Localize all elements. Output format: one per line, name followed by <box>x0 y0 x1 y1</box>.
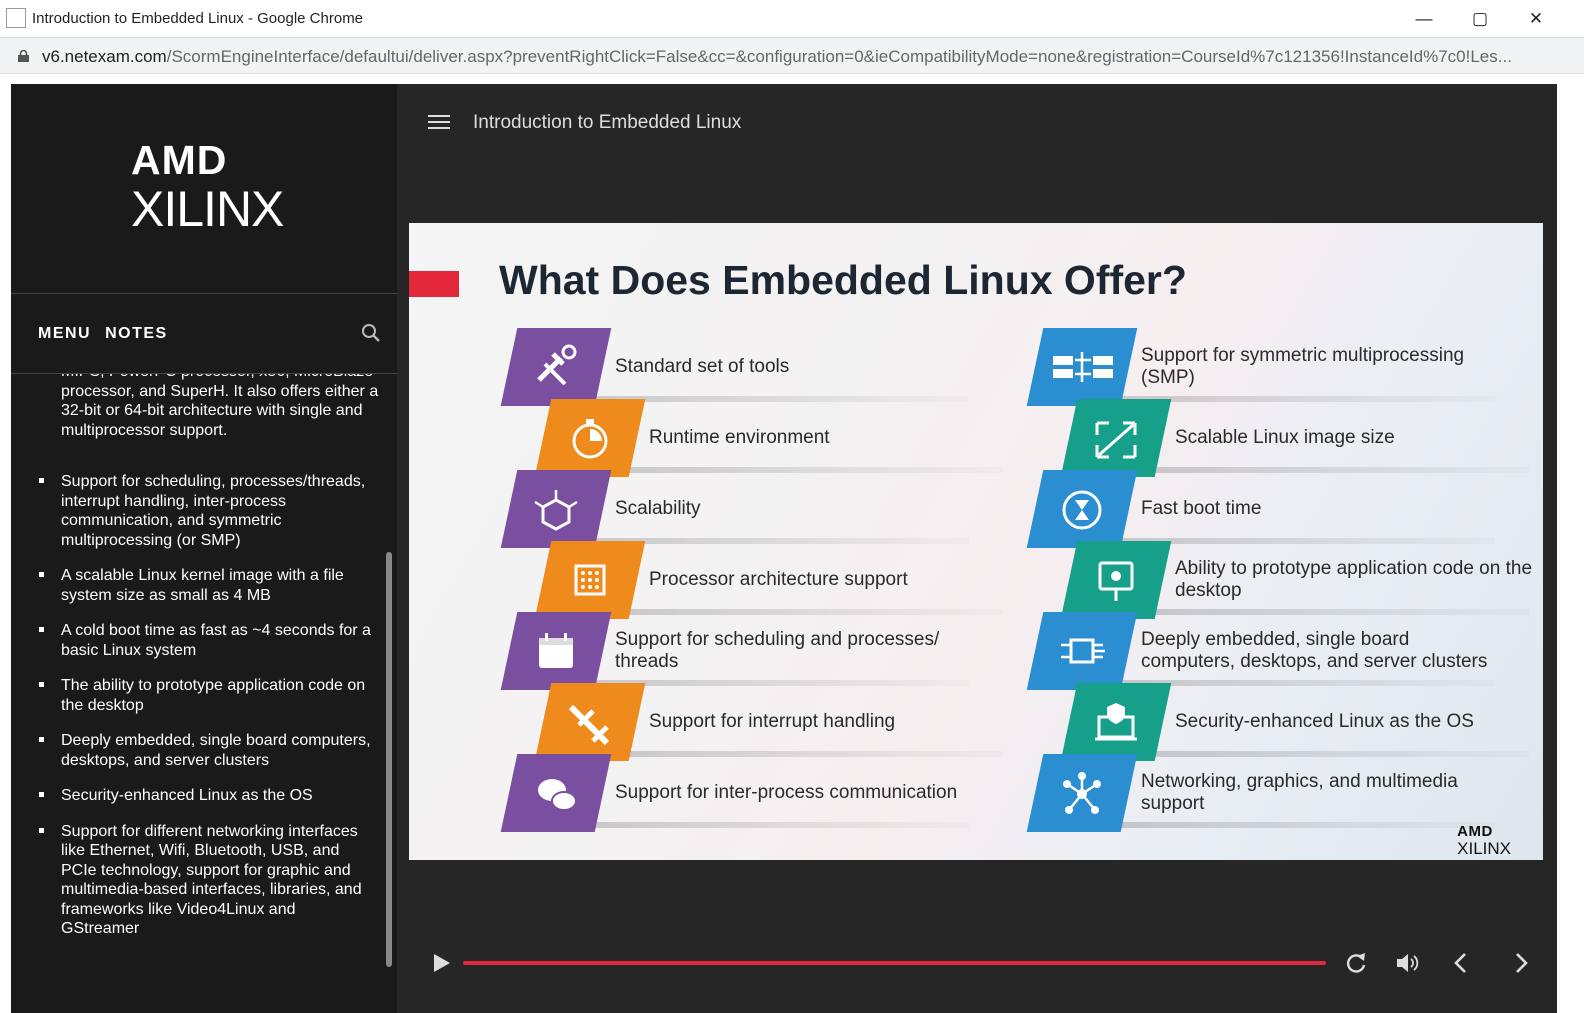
feature-tile <box>534 683 646 761</box>
smp-icon <box>1053 352 1113 382</box>
feature-tile <box>1026 754 1138 832</box>
feature-label: Processor architecture support <box>649 569 908 590</box>
search-icon[interactable] <box>361 323 381 343</box>
list-item: Support for different networking interfa… <box>38 822 378 939</box>
chat-icon <box>538 779 577 811</box>
course-title: Introduction to Embedded Linux <box>473 112 742 133</box>
row-shadow <box>1129 467 1529 473</box>
tools-icon <box>537 344 577 386</box>
feature-label: Fast boot time <box>1141 498 1262 519</box>
tab-menu[interactable]: MENU <box>38 325 91 342</box>
window-titlebar: Introduction to Embedded Linux - Google … <box>0 0 1584 38</box>
sidebar-tabs: MENU NOTES <box>38 325 182 343</box>
feature-label: Deeply embedded, single board computers,… <box>1141 629 1488 672</box>
row-shadow <box>1095 822 1495 828</box>
feature-tile <box>1026 470 1138 548</box>
row-shadow <box>569 822 969 828</box>
notes-list: Support for scheduling, processes/thread… <box>38 472 378 955</box>
feature-tile <box>500 328 612 406</box>
notes-panel[interactable]: MIPS, PowerPC processor, x86, MicroBlaze… <box>11 374 383 1013</box>
row-shadow <box>603 467 1003 473</box>
logo-xilinx-text: XILINX <box>131 181 284 237</box>
feature-tile <box>1026 328 1138 406</box>
feature-label: Standard set of tools <box>615 356 790 377</box>
expand-icon <box>1095 421 1137 459</box>
player-controls <box>398 934 1557 1013</box>
feature-tile <box>1060 541 1172 619</box>
feature-tile <box>500 754 612 832</box>
notes-scrollbar[interactable] <box>386 552 392 967</box>
slide-title: What Does Embedded Linux Offer? <box>499 257 1187 303</box>
slide-logo: AMD XILINX <box>1457 823 1511 857</box>
page-icon <box>6 8 26 28</box>
progress-bar[interactable] <box>463 961 1326 965</box>
amd-xilinx-logo: AMD XILINX <box>131 138 291 236</box>
feature-label: Ability to prototype application code on… <box>1175 558 1533 601</box>
main-header: Introduction to Embedded Linux <box>398 84 1557 164</box>
feature-label: Security-enhanced Linux as the OS <box>1175 711 1474 732</box>
feature-tile <box>500 470 612 548</box>
stopwatch-icon <box>572 419 608 459</box>
list-item: Deeply embedded, single board computers,… <box>38 731 378 770</box>
feature-label: Scalability <box>615 498 701 519</box>
feature-label: Support for inter-process communication <box>615 782 958 803</box>
minimize-icon[interactable]: — <box>1396 0 1452 38</box>
play-icon[interactable] <box>433 953 451 973</box>
next-icon[interactable] <box>1508 950 1534 976</box>
feature-tile <box>1026 612 1138 690</box>
row-shadow <box>603 751 1003 757</box>
divider <box>11 293 397 294</box>
list-item: Support for scheduling, processes/thread… <box>38 472 378 550</box>
calendar-icon <box>539 633 573 668</box>
window-title: Introduction to Embedded Linux - Google … <box>32 10 364 27</box>
list-item: A cold boot time as fast as ~4 seconds f… <box>38 621 378 660</box>
replay-icon[interactable] <box>1343 950 1369 976</box>
feature-label: Support for interrupt handling <box>649 711 896 732</box>
cube-expand-icon <box>534 490 578 531</box>
row-shadow <box>1129 609 1529 615</box>
list-item: The ability to prototype application cod… <box>38 676 378 715</box>
feature-label: Networking, graphics, and multimedia sup… <box>1141 771 1458 814</box>
slide-accent-bar <box>409 271 459 297</box>
chip-icon <box>574 564 606 596</box>
tab-notes[interactable]: NOTES <box>105 325 168 342</box>
address-bar[interactable]: v6.netexam.com/ScormEngineInterface/defa… <box>0 38 1584 74</box>
feature-label: Scalable Linux image size <box>1175 427 1395 448</box>
feature-tile <box>1060 399 1172 477</box>
volume-icon[interactable] <box>1394 950 1420 976</box>
row-shadow <box>1129 751 1529 757</box>
previous-icon[interactable] <box>1448 950 1474 976</box>
feature-label: Support for scheduling and processes/ th… <box>615 629 940 672</box>
circuit-icon <box>1061 638 1105 664</box>
slide-logo-xilinx: XILINX <box>1457 839 1511 858</box>
list-item: A scalable Linux kernel image with a fil… <box>38 566 378 605</box>
feature-tile <box>534 399 646 477</box>
network-icon <box>1063 772 1101 814</box>
notes-intro-text: MIPS, PowerPC processor, x86, MicroBlaze… <box>61 374 379 439</box>
feature-label: Support for symmetric multiprocessing (S… <box>1141 345 1465 388</box>
feature-tile <box>1060 683 1172 761</box>
feature-tile <box>534 541 646 619</box>
sidebar: AMD XILINX MENU NOTES MIPS, PowerPC proce… <box>11 84 397 1013</box>
hourglass-icon <box>1062 490 1102 530</box>
interrupt-icon <box>568 704 610 746</box>
course-player: AMD XILINX MENU NOTES MIPS, PowerPC proce… <box>11 84 1557 1013</box>
close-icon[interactable]: ✕ <box>1508 0 1564 38</box>
url-text[interactable]: v6.netexam.com/ScormEngineInterface/defa… <box>42 47 1557 67</box>
maximize-icon[interactable]: ▢ <box>1452 0 1508 38</box>
feature-tile <box>500 612 612 690</box>
row-shadow <box>603 609 1003 615</box>
list-item: Security-enhanced Linux as the OS <box>38 786 378 806</box>
lock-icon <box>18 50 29 62</box>
feature-label: Runtime environment <box>649 427 830 448</box>
prototype-icon <box>1098 561 1134 601</box>
logo-amd-text: AMD <box>131 137 228 183</box>
hamburger-menu-icon[interactable] <box>428 115 450 131</box>
slide: What Does Embedded Linux Offer? AMD XILI… <box>409 223 1543 860</box>
shield-laptop-icon <box>1095 703 1137 741</box>
